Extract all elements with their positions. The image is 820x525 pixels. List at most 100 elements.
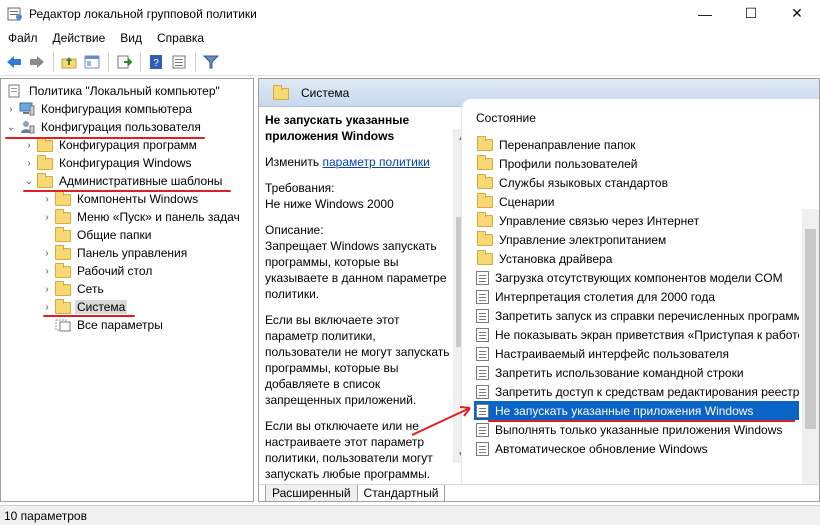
list-item-setting[interactable]: Интерпретация столетия для 2000 года [474, 287, 799, 306]
policy-setting-icon [476, 346, 489, 361]
list-item-label: Управление электропитанием [499, 232, 667, 247]
back-icon[interactable] [3, 51, 25, 73]
annotation-underline [5, 137, 205, 139]
tree-item-start-menu[interactable]: › Меню «Пуск» и панель задач [41, 208, 242, 226]
policy-setting-icon [476, 365, 489, 380]
requirements-label: Требования: [265, 181, 335, 195]
chevron-right-icon[interactable]: › [23, 140, 35, 151]
scroll-thumb[interactable] [805, 229, 816, 429]
list-item-setting[interactable]: Запретить доступ к средствам редактирова… [474, 382, 799, 401]
list-item-label: Не показывать экран приветствия «Приступ… [495, 327, 799, 342]
computer-icon [19, 102, 35, 116]
view-tabs: Расширенный Стандартный [259, 484, 819, 501]
list-item-setting[interactable]: Запретить использование командной строки [474, 363, 799, 382]
user-icon [19, 120, 35, 134]
list-item-folder[interactable]: Перенаправление папок [474, 135, 799, 154]
tree-root[interactable]: Политика "Локальный компьютер" [5, 82, 222, 100]
chevron-right-icon[interactable]: › [41, 284, 53, 295]
menu-action[interactable]: Действие [45, 31, 113, 45]
tree-item-win-components[interactable]: › Компоненты Windows [41, 190, 200, 208]
tree-label-computer-config: Конфигурация компьютера [41, 102, 193, 116]
tree-item-system[interactable]: › Система [41, 298, 128, 316]
tree-label-software: Конфигурация программ [59, 138, 197, 152]
filter-icon[interactable] [200, 51, 222, 73]
help-icon[interactable]: ? [145, 51, 167, 73]
details-header-title: Система [301, 85, 350, 100]
folder-icon [37, 155, 53, 170]
list-item-folder[interactable]: Профили пользователей [474, 154, 799, 173]
tree-item-desktop[interactable]: › Рабочий стол [41, 262, 154, 280]
annotation-underline [23, 190, 231, 192]
menu-file[interactable]: Файл [0, 31, 45, 45]
tree-label-win-components: Компоненты Windows [77, 192, 199, 206]
list-item-setting[interactable]: Загрузка отсутствующих компонентов модел… [474, 268, 799, 287]
window-title: Редактор локальной групповой политики [29, 6, 257, 21]
description-label: Описание: [265, 223, 324, 237]
tree-label-control-panel: Панель управления [77, 246, 188, 260]
list-item-folder[interactable]: Управление связью через Интернет [474, 211, 799, 230]
tree-item-control-panel[interactable]: › Панель управления [41, 244, 189, 262]
edit-policy-link[interactable]: параметр политики [322, 155, 429, 169]
maximize-button[interactable]: ☐ [728, 0, 774, 27]
tree-item-shared-folders[interactable]: Общие папки [41, 226, 153, 244]
list-item-setting[interactable]: Не показывать экран приветствия «Приступ… [474, 325, 799, 344]
close-button[interactable]: ✕ [774, 0, 820, 27]
list-item-label: Запретить доступ к средствам редактирова… [495, 384, 799, 399]
folder-icon [477, 230, 493, 246]
policy-setting-icon [476, 270, 489, 285]
tree-item-network[interactable]: › Сеть [41, 280, 106, 298]
folder-icon [477, 192, 493, 208]
annotation-underline [43, 315, 135, 317]
menu-help[interactable]: Справка [149, 31, 211, 45]
folder-icon [55, 299, 71, 314]
chevron-right-icon[interactable]: › [41, 248, 53, 259]
minimize-button[interactable]: — [682, 0, 728, 27]
folder-icon [37, 137, 53, 152]
list-item-label: Запретить запуск из справки перечисленны… [495, 308, 799, 323]
list-item-setting[interactable]: Настраиваемый интерфейс пользователя [474, 344, 799, 363]
list-item-setting[interactable]: Автоматическое обновление Windows [474, 439, 799, 458]
list-item-folder[interactable]: Службы языковых стандартов [474, 173, 799, 192]
list-item-setting[interactable]: Не запускать указанные приложения Window… [474, 401, 799, 420]
folder-icon [37, 173, 53, 188]
tree-item-all-settings[interactable]: Все параметры [41, 316, 165, 334]
chevron-right-icon[interactable]: › [41, 212, 53, 223]
list-item-folder[interactable]: Управление электропитанием [474, 230, 799, 249]
policy-setting-icon [476, 384, 489, 399]
tab-standard[interactable]: Стандартный [356, 485, 446, 501]
edit-policy-line: Изменить параметр политики [265, 154, 455, 170]
list-item-label: Загрузка отсутствующих компонентов модел… [495, 270, 783, 285]
settings-list: Состояние Перенаправление папок Профили п… [462, 99, 819, 484]
chevron-right-icon[interactable]: › [41, 194, 53, 205]
column-header-state[interactable]: Состояние [476, 111, 536, 125]
tree-label-user-config: Конфигурация пользователя [41, 120, 201, 134]
tree-item-admin-templates[interactable]: ⌄ Административные шаблоны [23, 172, 224, 190]
list-item-setting[interactable]: Выполнять только указанные приложения Wi… [474, 420, 799, 439]
menu-view[interactable]: Вид [112, 31, 149, 45]
list-item-folder[interactable]: Установка драйвера [474, 249, 799, 268]
up-folder-icon[interactable] [58, 51, 80, 73]
description-text: Запрещает Windows запускать программы, к… [265, 239, 447, 301]
chevron-right-icon[interactable]: › [41, 302, 53, 313]
show-hide-tree-icon[interactable] [81, 51, 103, 73]
tree-item-computer-config[interactable]: › Конфигурация компьютера [5, 100, 194, 118]
list-item-setting[interactable]: Запретить запуск из справки перечисленны… [474, 306, 799, 325]
chevron-down-icon[interactable]: ⌄ [5, 122, 17, 133]
chevron-down-icon[interactable]: ⌄ [23, 176, 35, 187]
requirements-value: Не ниже Windows 2000 [265, 197, 394, 211]
chevron-right-icon[interactable]: › [23, 158, 35, 169]
folder-icon [273, 84, 289, 100]
chevron-right-icon[interactable]: › [41, 266, 53, 277]
toolbar-separator [140, 52, 141, 72]
chevron-right-icon[interactable]: › [5, 104, 17, 115]
properties-icon[interactable] [168, 51, 190, 73]
tab-extended[interactable]: Расширенный [265, 485, 358, 501]
export-icon[interactable] [113, 51, 135, 73]
list-item-folder[interactable]: Сценарии [474, 192, 799, 211]
tree-item-user-config[interactable]: ⌄ Конфигурация пользователя [5, 118, 203, 136]
description-title: Не запускать указанные приложения Window… [265, 113, 410, 143]
forward-icon[interactable] [26, 51, 48, 73]
status-bar: 10 параметров [0, 505, 820, 525]
list-scrollbar[interactable] [802, 209, 819, 484]
tree-item-windows-config[interactable]: › Конфигурация Windows [23, 154, 194, 172]
